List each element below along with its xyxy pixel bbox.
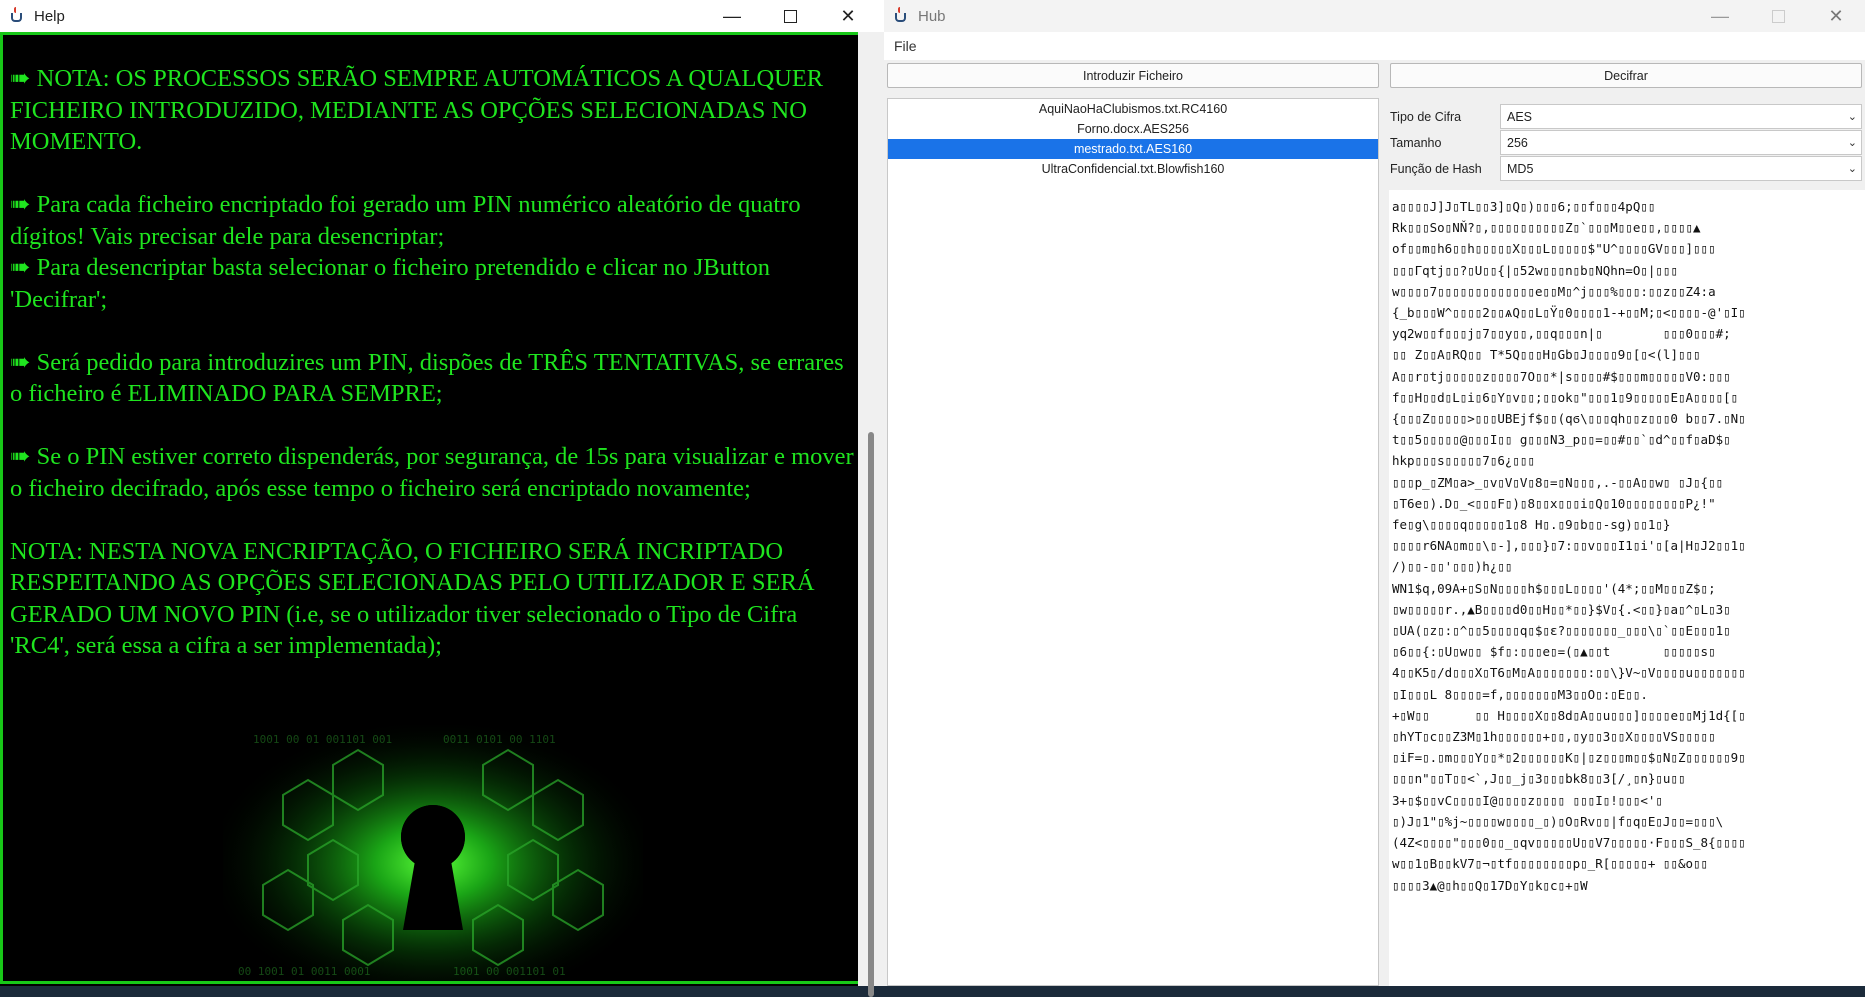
svg-text:1001 00 01 001101 001: 1001 00 01 001101 001 [253, 733, 392, 746]
keyhole-circuit-icon: 1001 00 01 001101 001 0011 0101 00 1101 … [223, 725, 643, 981]
help-window: Help — ✕ ➠ NOTA: OS PROCESSOS SERÃO SEMP… [0, 0, 884, 997]
list-item[interactable]: AquiNaoHaClubismos.txt.RC4160 [888, 99, 1378, 119]
cipher-text-line: ▯▯▯p_▯ZM▯a>_▯v▯V▯V▯8▯=▯N▯▯▯,.-▯▯A▯▯w▯ ▯J… [1392, 474, 1724, 490]
chevron-down-icon: ⌄ [1847, 163, 1857, 175]
cipher-text-line: +▯W▯▯ ▯▯ H▯▯▯▯X▯▯8d▯A▯▯u▯▯▯]▯▯▯▯e▯▯Mj1d{… [1392, 707, 1746, 723]
close-icon[interactable]: ✕ [819, 0, 877, 32]
file-list[interactable]: AquiNaoHaClubismos.txt.RC4160 Forno.docx… [887, 98, 1379, 986]
maximize-icon [1749, 0, 1807, 32]
cipher-text-line: ▯w▯▯▯▯▯r.,▲B▯▯▯▯d0▯▯H▯▯*▯▯}$V▯{.<▯▯}▯a▯^… [1392, 601, 1731, 617]
cipher-text-line: ▯▯▯▯3▲@▯h▯▯Q▯17D▯Y▯k▯c▯+▯W [1392, 877, 1588, 893]
cipher-text-line: ▯▯▯Γqtj▯▯?▯U▯▯{|▯52w▯▯▯n▯b▯NQhn=O▯|▯▯▯ [1392, 262, 1678, 278]
cipher-text-line: ▯6▯▯{:▯U▯w▯▯ $f▯:▯▯▯e▯=(▯▲▯▯t ▯▯▯▯▯s▯ [1392, 644, 1716, 660]
size-select[interactable]: 256 ⌄ [1500, 130, 1862, 155]
hub-titlebar[interactable]: Hub — ✕ [884, 0, 1865, 32]
hub-window: Hub — ✕ File Introduzir Ficheiro Decifra… [884, 0, 1865, 986]
size-value: 256 [1507, 135, 1528, 150]
svg-text:1001 00 001101 01: 1001 00 001101 01 [453, 965, 566, 978]
cipher-text-line: ▯T6e▯).D▯_<▯▯▯F▯)▯8▯▯x▯▯▯i▯Q▯10▯▯▯▯▯▯▯▯P… [1392, 495, 1716, 511]
maximize-icon[interactable] [761, 0, 819, 32]
cipher-text-line: t▯▯5▯▯▯▯▯@▯▯▯I▯▯ g▯▯▯N3_p▯▯=▯▯#▯▯`▯d^▯▯f… [1392, 432, 1731, 448]
cipher-text-line: ▯UA(▯z▯:▯^▯▯5▯▯▯▯q▯$▯ε?▯▯▯▯▯▯▯_▯▯▯\▯`▯▯E… [1392, 623, 1731, 639]
cipher-text-line: fe▯g\▯▯▯▯q▯▯▯▯▯1▯8 H▯.▯9▯b▯▯-sg)▯▯1▯} [1392, 517, 1671, 533]
help-paragraph-2: ➠ Para cada ficheiro encriptado foi gera… [10, 191, 801, 313]
cipher-type-value: AES [1507, 109, 1533, 124]
hub-window-title: Hub [918, 7, 946, 25]
hash-function-select[interactable]: MD5 ⌄ [1500, 156, 1862, 181]
hub-menubar: File [884, 32, 1865, 60]
cipher-text-line: ▯)J▯1"▯%j~▯▯▯▯w▯▯▯▯_▯)▯O▯Rv▯▯|f▯q▯E▯J▯▯=… [1392, 813, 1724, 829]
cipher-text-line: 3+▯$▯▯vC▯▯▯▯I@▯▯▯▯z▯▯▯▯ ▯▯▯I▯!▯▯▯<'▯ [1392, 792, 1663, 808]
close-icon[interactable]: ✕ [1807, 0, 1865, 32]
cipher-text-line: 4▯▯K5▯/d▯▯▯X▯T6▯M▯A▯▯▯▯▯▯▯:▯▯\}V~▯V▯▯▯▯u… [1392, 665, 1746, 681]
cipher-type-label: Tipo de Cifra [1390, 110, 1462, 124]
cipher-text-line: hkp▯▯▯s▯▯▯▯▯7▯6¿▯▯▯ [1392, 453, 1535, 469]
help-content-panel: ➠ NOTA: OS PROCESSOS SERÃO SEMPRE AUTOMÁ… [0, 32, 858, 984]
cipher-text-line: {_b▯▯▯W^▯▯▯▯2▯▯ѧQ▯▯L▯Ÿ▯0▯▯▯▯1-+▯▯M;▯<▯▯▯… [1392, 305, 1746, 321]
hash-function-value: MD5 [1507, 161, 1534, 176]
help-paragraph-1: ➠ NOTA: OS PROCESSOS SERÃO SEMPRE AUTOMÁ… [10, 65, 824, 155]
help-window-title: Help [34, 7, 65, 25]
cipher-text-line: w▯▯1▯B▯▯kV7▯¬▯tf▯▯▯▯▯▯▯▯p▯_R[▯▯▯▯▯+ ▯▯&o… [1392, 856, 1709, 872]
cipher-text-line: f▯▯H▯▯d▯L▯i▯6▯Y▯v▯▯;▯▯ok▯"▯▯▯1▯9▯▯▯▯▯E▯A… [1392, 389, 1739, 405]
cipher-type-select[interactable]: AES ⌄ [1500, 104, 1862, 129]
list-item[interactable]: UltraConfidencial.txt.Blowfish160 [888, 159, 1378, 179]
cipher-text-line: ▯iF=▯.▯m▯▯▯Y▯▯*▯2▯▯▯▯▯▯K▯|▯z▯▯▯m▯▯$▯N▯Z▯… [1392, 750, 1746, 766]
list-item-selected[interactable]: mestrado.txt.AES160 [888, 139, 1378, 159]
minimize-icon[interactable]: — [1691, 0, 1749, 32]
help-paragraph-4: ➠ Se o PIN estiver correto dispenderás, … [10, 443, 854, 502]
introduce-file-button[interactable]: Introduzir Ficheiro [887, 63, 1379, 88]
help-text: ➠ NOTA: OS PROCESSOS SERÃO SEMPRE AUTOMÁ… [10, 63, 855, 693]
cipher-text-line: yq2w▯▯f▯▯▯j▯7▯▯y▯▯,▯▯q▯▯▯n|▯ ▯▯▯0▯▯▯#; [1392, 326, 1731, 342]
chevron-down-icon: ⌄ [1847, 111, 1857, 123]
cipher-text-line: ▯▯▯▯r6NA▯m▯▯\▯-],▯▯▯}▯7:▯▯v▯▯▯I1▯i'▯[a|H… [1392, 538, 1746, 554]
cipher-text-line: Rk▯▯▯So▯NŇ?▯,▯▯▯▯▯▯▯▯▯▯Z▯`▯▯▯M▯▯e▯▯,▯▯▯▯… [1392, 220, 1701, 236]
cipher-text-line: ▯hYT▯c▯▯Z3M▯1h▯▯▯▯▯▯+▯▯,▯y▯▯3▯▯X▯▯▯▯VS▯▯… [1392, 729, 1716, 745]
cipher-text-line: ▯▯▯n"▯▯T▯▯<`,J▯▯_j▯3▯▯▯bk8▯▯3[/¸▯n}▯u▯▯ [1392, 771, 1686, 787]
cipher-text-line: ▯I▯▯▯L 8▯▯▯▯=f,▯▯▯▯▯▯▯M3▯▯O▯:▯E▯▯. [1392, 686, 1648, 702]
size-label: Tamanho [1390, 136, 1442, 150]
cipher-text-line: of▯▯m▯h6▯▯h▯▯▯▯▯X▯▯▯L▯▯▯▯▯$"U^▯▯▯▯GV▯▯▯]… [1392, 241, 1716, 257]
cipher-text: a▯▯▯▯J]J▯TL▯▯3]▯Q▯)▯▯▯6;▯▯f▯▯▯4pQ▯▯ Rk▯▯… [1389, 190, 1865, 902]
java-app-icon [8, 7, 26, 25]
decipher-button[interactable]: Decifrar [1390, 63, 1862, 88]
menu-file[interactable]: File [894, 38, 917, 54]
hub-body: Introduzir Ficheiro Decifrar AquiNaoHaCl… [884, 60, 1865, 986]
cipher-text-line: {▯▯▯Z▯▯▯▯▯>▯▯▯UBEjf$▯▯(qϭ\▯▯▯qh▯▯z▯▯▯0 b… [1392, 411, 1746, 427]
hash-function-label: Função de Hash [1390, 162, 1482, 176]
cipher-text-area[interactable]: a▯▯▯▯J]J▯TL▯▯3]▯Q▯)▯▯▯6;▯▯f▯▯▯4pQ▯▯ Rk▯▯… [1389, 190, 1865, 986]
svg-text:00 1001 01 0011 0001: 00 1001 01 0011 0001 [238, 965, 370, 978]
cipher-text-line: a▯▯▯▯J]J▯TL▯▯3]▯Q▯)▯▯▯6;▯▯f▯▯▯4pQ▯▯ [1392, 199, 1656, 214]
cipher-text-line: (4Z<▯▯▯▯"▯▯▯0▯▯_▯qv▯▯▯▯▯U▯▯V7▯▯▯▯▯·F▯▯▯S… [1392, 835, 1746, 851]
cipher-text-line: WN1$q,09A+▯S▯N▯▯▯▯h$▯▯▯L▯▯▯▯'(4*;▯▯M▯▯▯Z… [1392, 580, 1716, 596]
help-scrollbar[interactable] [858, 32, 884, 997]
chevron-down-icon: ⌄ [1847, 137, 1857, 149]
list-item[interactable]: Forno.docx.AES256 [888, 119, 1378, 139]
minimize-icon[interactable]: — [703, 0, 761, 32]
svg-text:0011 0101 00 1101: 0011 0101 00 1101 [443, 733, 556, 746]
java-app-icon [892, 7, 910, 25]
cipher-text-line: w▯▯▯▯7▯▯▯▯▯▯▯▯▯▯▯▯▯e▯▯M▯^j▯▯▯%▯▯▯:▯▯z▯▯Z… [1392, 283, 1716, 299]
help-paragraph-3: ➠ Será pedido para introduzires um PIN, … [10, 348, 844, 408]
cipher-text-line: A▯▯r▯tj▯▯▯▯▯z▯▯▯▯7O▯▯*|s▯▯▯▯#$▯▯▯m▯▯▯▯▯V… [1392, 368, 1731, 384]
cipher-text-line: /)▯▯-▯▯'▯▯▯)h¿▯▯ [1392, 559, 1513, 575]
cipher-text-line: ▯▯ Z▯▯A▯RQ▯▯ T*5Q▯▯▯H▯Gb▯J▯▯▯▯9▯[▯<(l]▯▯… [1392, 347, 1701, 363]
help-scroll-thumb[interactable] [868, 432, 874, 997]
help-paragraph-5: NOTA: NESTA NOVA ENCRIPTAÇÃO, O FICHEIRO… [10, 537, 815, 660]
help-titlebar[interactable]: Help — ✕ [0, 0, 884, 32]
